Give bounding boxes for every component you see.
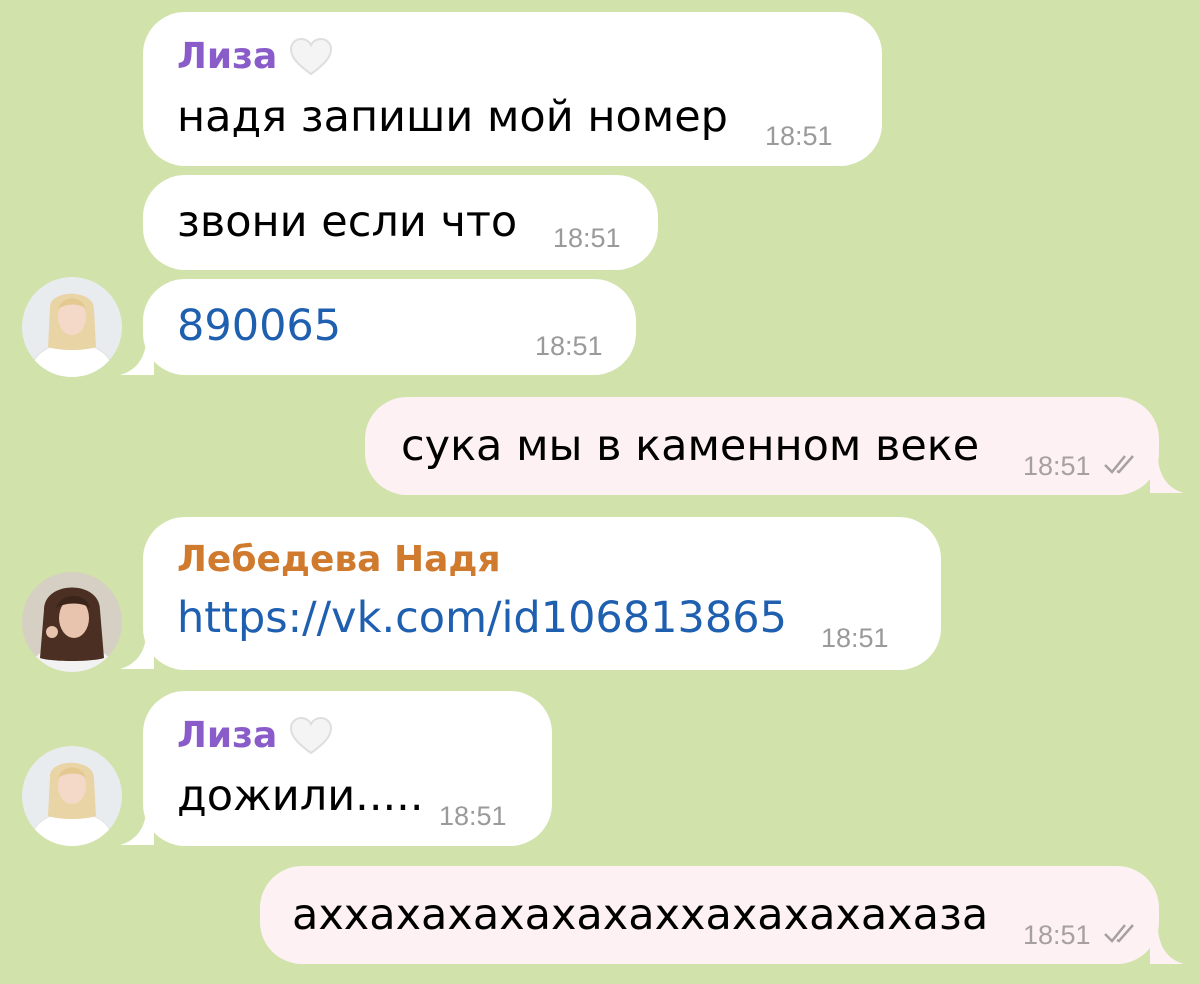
message-bubble[interactable]: 890065 18:51 bbox=[143, 279, 636, 375]
bubble-tail-outgoing bbox=[1150, 930, 1184, 964]
message-time: 18:51 bbox=[535, 331, 603, 361]
sender-name-liza[interactable]: Лиза bbox=[177, 715, 333, 756]
message-text: аххахахахахахаххахахахахаза bbox=[292, 890, 989, 940]
white-heart-icon bbox=[290, 37, 333, 75]
message-time: 18:51 bbox=[439, 801, 507, 831]
avatar-image bbox=[22, 572, 122, 672]
phone-number-link[interactable]: 890065 bbox=[177, 301, 341, 351]
avatar-image bbox=[22, 277, 122, 377]
sender-name-text: Лиза bbox=[177, 36, 278, 77]
message-bubble[interactable]: звони если что 18:51 bbox=[143, 175, 658, 270]
avatar-liza[interactable] bbox=[22, 277, 122, 377]
avatar-nadya[interactable] bbox=[22, 572, 122, 672]
redacted-digits bbox=[368, 305, 508, 345]
double-check-icon bbox=[1104, 924, 1134, 943]
avatar-liza[interactable] bbox=[22, 746, 122, 846]
message-time: 18:51 bbox=[1023, 920, 1091, 950]
message-text: сука мы в каменном веке bbox=[401, 421, 980, 471]
message-text: дожили..... bbox=[177, 771, 424, 821]
message-text: надя запиши мой номер bbox=[177, 92, 728, 142]
bubble-tail bbox=[120, 813, 154, 845]
message-bubble[interactable]: Лиза дожили..... 18:51 bbox=[143, 691, 552, 846]
message-time: 18:51 bbox=[765, 121, 833, 151]
message-time: 18:51 bbox=[553, 223, 621, 253]
double-check-icon bbox=[1104, 455, 1134, 474]
sender-name-text: Лебедева Надя bbox=[177, 539, 501, 580]
message-bubble-outgoing[interactable]: сука мы в каменном веке 18:51 bbox=[365, 397, 1159, 495]
avatar-image bbox=[22, 746, 122, 846]
chat-view[interactable]: Лиза надя запиши мой номер 18:51 звони е… bbox=[0, 0, 1200, 984]
message-time: 18:51 bbox=[1023, 451, 1091, 481]
message-text: звони если что bbox=[177, 197, 518, 247]
bubble-tail bbox=[120, 343, 154, 375]
white-heart-icon bbox=[290, 716, 333, 754]
bubble-tail-outgoing bbox=[1150, 459, 1184, 493]
message-bubble-outgoing[interactable]: аххахахахахахаххахахахахаза 18:51 bbox=[260, 866, 1159, 964]
sender-name-liza[interactable]: Лиза bbox=[177, 36, 333, 77]
message-bubble[interactable]: Лиза надя запиши мой номер 18:51 bbox=[143, 12, 882, 166]
message-time: 18:51 bbox=[821, 623, 889, 653]
vk-profile-link[interactable]: https://vk.com/id106813865 bbox=[177, 593, 787, 643]
sender-name-text: Лиза bbox=[177, 715, 278, 756]
sender-name-nadya[interactable]: Лебедева Надя bbox=[177, 539, 501, 580]
message-bubble[interactable]: Лебедева Надя https://vk.com/id106813865… bbox=[143, 517, 941, 670]
bubble-tail bbox=[120, 637, 154, 669]
